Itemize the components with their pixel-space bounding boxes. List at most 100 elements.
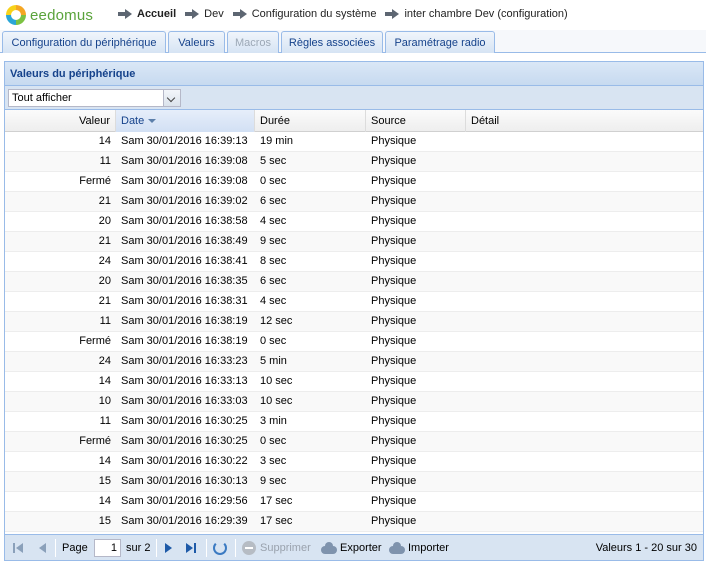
breadcrumb-item-device[interactable]: inter chambre Dev (configuration)	[385, 8, 568, 20]
cell-duree: 9 sec	[260, 475, 287, 487]
cell-detail	[466, 512, 703, 531]
cell-duree: 0 sec	[260, 435, 287, 447]
table-row[interactable]: 21 Sam 30/01/2016 16:38:49 9 sec Physique	[5, 232, 703, 252]
logo-text: eedomus	[30, 6, 94, 24]
breadcrumb-label: Dev	[204, 8, 224, 20]
table-row[interactable]: 11 Sam 30/01/2016 16:38:19 12 sec Physique	[5, 312, 703, 332]
cell-source: Physique	[371, 255, 417, 267]
column-header-source[interactable]: Source	[366, 110, 466, 132]
filter-combo[interactable]: Tout afficher	[8, 89, 181, 107]
cell-duree: 4 sec	[260, 295, 287, 307]
cell-detail	[466, 172, 703, 191]
logo-ring-icon	[6, 5, 26, 25]
export-button[interactable]: Exporter	[321, 535, 382, 561]
tab-macros: Macros	[227, 31, 279, 53]
column-label: Source	[371, 115, 406, 127]
cell-valeur: 24	[98, 255, 111, 267]
cell-source: Physique	[371, 175, 417, 187]
table-row[interactable]: 20 Sam 30/01/2016 16:38:35 6 sec Physique	[5, 272, 703, 292]
table-row[interactable]: Fermé Sam 30/01/2016 16:39:08 0 sec Physiqu…	[5, 172, 703, 192]
delete-label: Supprimer	[260, 542, 311, 554]
column-header-date[interactable]: Date	[116, 110, 255, 132]
tab-device-configuration[interactable]: Configuration du périphérique	[2, 31, 166, 53]
cell-source: Physique	[371, 475, 417, 487]
column-label: Durée	[260, 115, 290, 127]
cloud-upload-icon	[321, 542, 337, 554]
table-row[interactable]: 14 Sam 30/01/2016 16:29:56 17 sec Physique	[5, 492, 703, 512]
arrow-right-icon	[185, 9, 200, 19]
top-bar: eedomus Accueil Dev Configuration du sys…	[0, 0, 706, 30]
column-label: Détail	[471, 115, 500, 127]
export-label: Exporter	[340, 542, 382, 554]
cell-valeur: 21	[98, 235, 111, 247]
import-button[interactable]: Importer	[389, 535, 449, 561]
table-row[interactable]: 10 Sam 30/01/2016 16:33:03 10 sec Physique	[5, 392, 703, 412]
cell-source: Physique	[371, 455, 417, 467]
table-row[interactable]: 20 Sam 30/01/2016 16:38:58 4 sec Physique	[5, 212, 703, 232]
breadcrumb-label: inter chambre Dev (configuration)	[404, 8, 568, 20]
breadcrumb-item-dev[interactable]: Dev	[185, 8, 224, 20]
table-row[interactable]: 24 Sam 30/01/2016 16:38:41 8 sec Physique	[5, 252, 703, 272]
panel-title: Valeurs du périphérique	[5, 62, 703, 86]
breadcrumb-item-system-config[interactable]: Configuration du système	[232, 8, 376, 20]
cell-detail	[466, 472, 703, 491]
eedomus-logo[interactable]: eedomus	[6, 4, 93, 26]
cell-valeur: 14	[98, 455, 111, 467]
cell-detail	[466, 192, 703, 211]
table-row[interactable]: 11 Sam 30/01/2016 16:39:08 5 sec Physique	[5, 152, 703, 172]
chevron-down-icon[interactable]	[163, 90, 180, 106]
cell-date: Sam 30/01/2016 16:39:02	[121, 195, 248, 207]
refresh-button[interactable]	[213, 535, 227, 561]
next-page-button[interactable]	[165, 535, 172, 561]
filter-toolbar: Tout afficher	[5, 86, 703, 110]
toolbar-separator	[206, 539, 207, 557]
toolbar-separator	[156, 539, 157, 557]
tab-strip: Configuration du périphérique Valeurs Ma…	[0, 30, 706, 53]
table-row[interactable]: 14 Sam 30/01/2016 16:33:13 10 sec Physique	[5, 372, 703, 392]
table-row[interactable]: 21 Sam 30/01/2016 16:39:02 6 sec Physique	[5, 192, 703, 212]
column-header-duree[interactable]: Durée	[255, 110, 366, 132]
cell-duree: 6 sec	[260, 275, 287, 287]
table-row[interactable]: 14 Sam 30/01/2016 16:30:22 3 sec Physique	[5, 452, 703, 472]
table-row[interactable]: 21 Sam 30/01/2016 16:38:31 4 sec Physique	[5, 292, 703, 312]
sort-descending-icon	[148, 119, 157, 124]
last-page-button[interactable]	[186, 535, 196, 561]
tab-radio-settings[interactable]: Paramétrage radio	[385, 31, 495, 53]
cell-detail	[466, 352, 703, 371]
cell-source: Physique	[371, 435, 417, 447]
cell-duree: 3 sec	[260, 455, 287, 467]
import-label: Importer	[408, 542, 449, 554]
table-row[interactable]: Fermé Sam 30/01/2016 16:38:19 0 sec Physiqu…	[5, 332, 703, 352]
page-number-input[interactable]: 1	[94, 539, 121, 557]
cell-source: Physique	[371, 295, 417, 307]
previous-page-button[interactable]	[39, 535, 46, 561]
cell-source: Physique	[371, 135, 417, 147]
table-row[interactable]: 14 Sam 30/01/2016 16:39:13 19 min Physique	[5, 132, 703, 152]
cell-duree: 19 min	[260, 135, 294, 147]
tab-values[interactable]: Valeurs	[168, 31, 225, 53]
breadcrumb: Accueil Dev Configuration du système int…	[118, 0, 577, 28]
cell-detail	[466, 212, 703, 231]
breadcrumb-item-home[interactable]: Accueil	[118, 8, 176, 20]
cell-valeur: Fermé	[79, 335, 111, 347]
table-row[interactable]: 24 Sam 30/01/2016 16:33:23 5 min Physique	[5, 352, 703, 372]
cell-valeur: 14	[98, 135, 111, 147]
cell-source: Physique	[371, 195, 417, 207]
next-page-icon	[165, 543, 172, 553]
cell-duree: 10 sec	[260, 375, 293, 387]
table-row[interactable]: 11 Sam 30/01/2016 16:30:25 3 min Physique	[5, 412, 703, 432]
cell-valeur: 11	[99, 155, 111, 167]
table-row[interactable]: 15 Sam 30/01/2016 16:30:13 9 sec Physique	[5, 472, 703, 492]
cell-date: Sam 30/01/2016 16:30:25	[121, 435, 248, 447]
toolbar-separator	[55, 539, 56, 557]
first-page-button[interactable]	[13, 535, 23, 561]
column-header-valeur[interactable]: Valeur	[5, 110, 116, 132]
cell-valeur: Fermé	[79, 175, 111, 187]
last-page-arrow-icon	[186, 543, 193, 553]
cell-duree: 9 sec	[260, 235, 287, 247]
table-row[interactable]: Fermé Sam 30/01/2016 16:30:25 0 sec Physiqu…	[5, 432, 703, 452]
table-row[interactable]: 15 Sam 30/01/2016 16:29:39 17 sec Physique	[5, 512, 703, 532]
cell-detail	[466, 312, 703, 331]
tab-associated-rules[interactable]: Règles associées	[281, 31, 383, 53]
column-header-detail[interactable]: Détail	[466, 110, 703, 132]
